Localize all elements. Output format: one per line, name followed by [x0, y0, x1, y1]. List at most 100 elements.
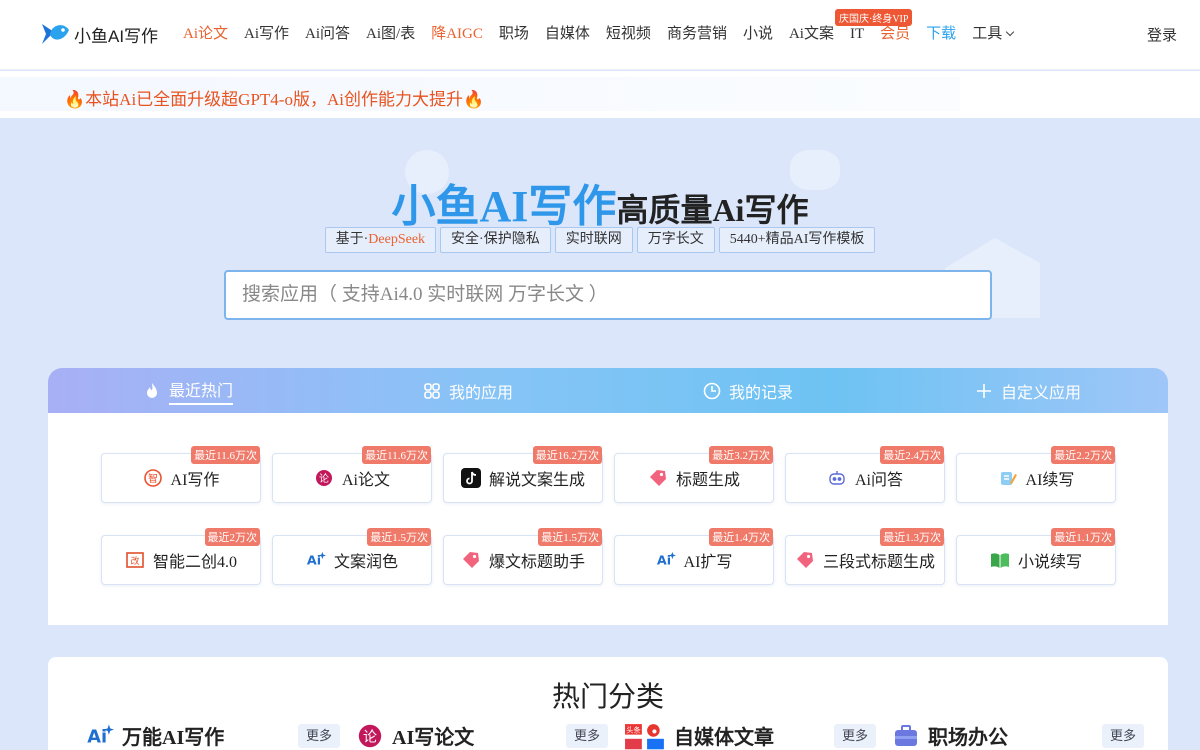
usage-badge: 最近3.2万次: [709, 446, 773, 464]
app-card[interactable]: 最近16.2万次解说文案生成: [443, 446, 603, 503]
nav-item-5[interactable]: 职场: [499, 22, 529, 46]
app-card[interactable]: 最近1.1万次 小说续写: [956, 528, 1116, 585]
rewrite-icon: 改: [125, 550, 145, 570]
nav-item-label: Ai写作: [244, 26, 290, 42]
top-header: 小鱼AI写作 Ai论文 Ai写作 Ai问答 Ai图/表 降AIGC 职场 自媒体 短视频 商务营…: [0, 0, 1200, 70]
svg-text:Ai: Ai: [87, 726, 107, 747]
nav-item-label: 商务营销: [666, 26, 727, 42]
usage-badge: 最近2.4万次: [880, 446, 944, 464]
tag-icon: [461, 550, 481, 570]
nav-item-2[interactable]: Ai问答: [305, 22, 350, 46]
nav-item-8[interactable]: 商务营销: [667, 22, 727, 46]
pill-text: 万字长文: [647, 232, 704, 247]
more-button[interactable]: 更多: [1102, 724, 1144, 748]
app-name: Ai问答: [854, 472, 903, 489]
app-name: 小说续写: [1017, 554, 1082, 571]
nav-item-label: Ai图/表: [366, 26, 416, 42]
app-name: AI续写: [1025, 472, 1075, 489]
clock-icon: [703, 382, 721, 400]
nav-item-4[interactable]: 降AIGC: [431, 22, 483, 46]
feature-pills: 基于·DeepSeek 安全·保护隐私 实时联网 万字长文 5440+精品AI写作模板: [0, 227, 1200, 253]
announcement-strip: 🔥本站Ai已全面升级超GPT4-o版，Ai创作能力大提升🔥: [0, 77, 960, 111]
svg-text:Ai: Ai: [307, 553, 321, 568]
more-button[interactable]: 更多: [298, 724, 340, 748]
app-card[interactable]: 最近2万次改 智能二创4.0: [101, 528, 261, 585]
announcement-text[interactable]: 🔥本站Ai已全面升级超GPT4-o版，Ai创作能力大提升🔥: [64, 85, 484, 110]
usage-badge: 最近16.2万次: [532, 446, 602, 464]
nav-item-label: IT: [849, 26, 865, 42]
site-logo[interactable]: 小鱼AI写作: [40, 18, 158, 50]
usage-badge: 最近1.3万次: [880, 528, 944, 546]
app-card[interactable]: 最近1.4万次 Ai AI扩写: [614, 528, 774, 585]
app-card[interactable]: 最近3.2万次 标题生成: [614, 446, 774, 503]
app-card[interactable]: 最近1.5万次 Ai 文案润色: [272, 528, 432, 585]
svg-text:智: 智: [148, 472, 158, 485]
more-button[interactable]: 更多: [566, 724, 608, 748]
tab-3[interactable]: 自定义应用: [888, 368, 1168, 413]
app-name: AI扩写: [683, 554, 733, 571]
nav-item-6[interactable]: 自媒体: [545, 22, 590, 46]
nav-item-label: 自媒体: [544, 26, 590, 42]
tab-0[interactable]: 最近热门: [48, 368, 328, 413]
hero-brand: 小鱼AI写作: [391, 182, 617, 231]
more-button[interactable]: 更多: [834, 724, 876, 748]
vip-promo-badge[interactable]: 庆国庆·终身VIP: [835, 9, 913, 26]
app-card[interactable]: 最近11.6万次论 Ai论文: [272, 446, 432, 503]
nav-item-13[interactable]: 下载: [926, 22, 956, 46]
search-input[interactable]: 搜索应用（ 支持Ai4.0 实时联网 万字长文 ）: [224, 270, 992, 320]
app-name: AI写作: [170, 472, 220, 489]
app-name: 智能二创4.0: [152, 554, 237, 571]
category-0[interactable]: Ai 万能AI写作: [86, 721, 224, 750]
tab-2[interactable]: 我的记录: [608, 368, 888, 413]
flame-icon: [143, 382, 161, 400]
category-2[interactable]: 头条 自媒体文章: [624, 721, 774, 750]
logo-text: 小鱼AI写作: [74, 26, 159, 46]
category-name: AI写论文: [392, 727, 475, 749]
nav-item-10[interactable]: Ai文案: [789, 22, 834, 46]
usage-badge: 最近1.5万次: [367, 528, 431, 546]
feature-pill: 基于·DeepSeek: [324, 227, 437, 253]
app-card[interactable]: 最近11.6万次智 AI写作: [101, 446, 261, 503]
category-name: 职场办公: [928, 727, 1008, 749]
paper-icon: 论: [314, 468, 334, 488]
nav-item-1[interactable]: Ai写作: [244, 22, 289, 46]
nav-item-7[interactable]: 短视频: [606, 22, 651, 46]
app-name: 文案润色: [333, 554, 398, 571]
app-name: 三段式标题生成: [822, 554, 935, 571]
nav-item-0[interactable]: Ai论文: [183, 22, 228, 46]
tab-label: 自定义应用: [1000, 384, 1081, 402]
nav-item-14[interactable]: 工具: [972, 22, 1015, 46]
feature-pill: 万字长文: [636, 227, 715, 253]
nav-item-3[interactable]: Ai图/表: [366, 22, 415, 46]
tab-label: 我的应用: [448, 384, 513, 402]
tab-1[interactable]: 我的应用: [328, 368, 608, 413]
app-name: 解说文案生成: [488, 472, 585, 489]
briefcase-icon: [892, 722, 920, 750]
category-name: 万能AI写作: [122, 727, 225, 749]
usage-badge: 最近1.5万次: [538, 528, 602, 546]
nav-item-label: 小说: [742, 26, 773, 42]
usage-badge: 最近2万次: [204, 528, 260, 546]
app-card[interactable]: 最近1.3万次三段式标题生成: [785, 528, 945, 585]
hero-title: 小鱼AI写作高质量Ai写作: [0, 170, 1200, 234]
tab-label: 最近热门: [168, 377, 233, 405]
app-card[interactable]: 最近2.4万次 Ai问答: [785, 446, 945, 503]
pill-text: 实时联网: [565, 232, 622, 247]
category-1[interactable]: 论 AI写论文: [356, 721, 474, 750]
app-card[interactable]: 最近1.5万次 爆文标题助手: [443, 528, 603, 585]
login-link[interactable]: 登录: [1147, 24, 1177, 45]
nav-item-label: 职场: [498, 26, 529, 42]
nav-item-9[interactable]: 小说: [743, 22, 773, 46]
pill-text: 5440+精品AI写作模板: [729, 232, 865, 247]
nav-item-label: 降AIGC: [431, 26, 483, 42]
svg-text:论: 论: [363, 729, 377, 745]
categories-panel: 热门分类 Ai 万能AI写作 更多 论 AI写论文 更多 头条 自媒体文章 更多 职场办公 更多: [48, 657, 1168, 750]
chat-bot-icon: [827, 468, 847, 488]
nav-item-label: 工具: [972, 26, 1003, 42]
svg-text:头条: 头条: [626, 725, 641, 734]
category-3[interactable]: 职场办公: [892, 721, 1008, 750]
app-card[interactable]: 最近2.2万次 AI续写: [956, 446, 1116, 503]
nav-item-label: 下载: [926, 26, 957, 42]
hero-subtitle: 高质量Ai写作: [616, 192, 809, 228]
nav-item-label: Ai问答: [305, 26, 351, 42]
